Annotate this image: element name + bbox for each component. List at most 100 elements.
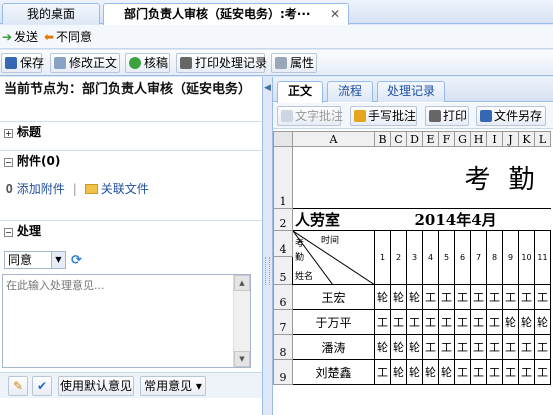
attendance-cell[interactable]: 工	[470, 334, 487, 360]
day-cell[interactable]: 8	[486, 230, 503, 285]
attendance-cell[interactable]: 轮	[374, 284, 391, 310]
attendance-cell[interactable]: 轮	[390, 284, 407, 310]
column-header[interactable]: C	[390, 131, 407, 147]
use-default-opinion-button[interactable]: 使用默认意见	[58, 376, 134, 396]
day-cell[interactable]: 2	[390, 230, 407, 285]
attendance-cell[interactable]: 轮	[534, 309, 551, 335]
row-header[interactable]: 7	[273, 309, 293, 335]
attendance-cell[interactable]: 轮	[390, 359, 407, 385]
column-header[interactable]: B	[374, 131, 391, 147]
day-cell[interactable]: 1	[374, 230, 391, 285]
diagonal-header-cell[interactable]: 时间 考 勤 姓名	[292, 230, 375, 285]
decision-select[interactable]: 同意 ▼	[4, 251, 66, 269]
attendance-cell[interactable]: 工	[486, 334, 503, 360]
edit-body-button[interactable]: 修改正文	[50, 53, 120, 73]
attendance-cell[interactable]: 工	[502, 334, 519, 360]
attendance-cell[interactable]: 工	[518, 284, 535, 310]
attendance-cell[interactable]: 工	[534, 359, 551, 385]
collapse-icon[interactable]: −	[4, 158, 13, 167]
row-header[interactable]: 2	[273, 208, 293, 231]
panel-splitter[interactable]: ◀	[263, 77, 272, 415]
collapse-arrow-icon[interactable]: ◀	[264, 83, 271, 93]
column-header[interactable]: D	[406, 131, 423, 147]
attendance-cell[interactable]: 工	[454, 334, 471, 360]
attendance-cell[interactable]: 工	[470, 284, 487, 310]
column-header[interactable]: K	[518, 131, 535, 147]
spreadsheet-view[interactable]: A B C D E F G H I J K L 1 考 勤 2 人劳室 2014…	[273, 131, 553, 415]
attendance-cell[interactable]: 工	[454, 309, 471, 335]
column-header[interactable]: G	[454, 131, 471, 147]
attendance-cell[interactable]: 轮	[422, 359, 439, 385]
section-title-header[interactable]: + 标题	[0, 121, 262, 141]
expand-icon[interactable]: +	[4, 129, 13, 138]
employee-name-cell[interactable]: 王宏	[292, 284, 375, 310]
handwriting-button[interactable]: 手写批注	[350, 106, 417, 126]
row-header[interactable]: 9	[273, 359, 293, 385]
attendance-cell[interactable]: 工	[422, 334, 439, 360]
employee-name-cell[interactable]: 刘楚鑫	[292, 359, 375, 385]
attendance-cell[interactable]: 工	[470, 359, 487, 385]
tab-flow[interactable]: 流程	[327, 81, 373, 102]
opinion-input[interactable]	[2, 274, 251, 368]
attendance-cell[interactable]: 轮	[502, 309, 519, 335]
attendance-cell[interactable]: 轮	[406, 359, 423, 385]
department-cell[interactable]: 人劳室	[292, 208, 375, 231]
attendance-cell[interactable]: 工	[406, 309, 423, 335]
text-annotation-button[interactable]: 文字批注	[277, 106, 343, 126]
month-cell[interactable]: 2014年4月	[374, 208, 551, 231]
save-button[interactable]: 保存	[1, 53, 44, 73]
sheet-title-cell[interactable]: 考	[292, 146, 503, 209]
attendance-cell[interactable]: 轮	[374, 334, 391, 360]
attendance-cell[interactable]: 工	[454, 284, 471, 310]
attendance-cell[interactable]: 工	[390, 309, 407, 335]
tab-body[interactable]: 正文	[277, 81, 323, 103]
attendance-cell[interactable]: 工	[486, 284, 503, 310]
confirm-opinion-button[interactable]: ✔	[32, 376, 52, 396]
save-as-button[interactable]: 文件另存	[476, 106, 546, 126]
day-cell[interactable]: 6	[454, 230, 471, 285]
day-cell[interactable]: 5	[438, 230, 455, 285]
edit-opinion-button[interactable]: ✎	[8, 376, 28, 396]
attendance-cell[interactable]: 工	[454, 359, 471, 385]
attendance-cell[interactable]: 工	[534, 284, 551, 310]
refresh-icon[interactable]: ⟳	[71, 253, 82, 268]
column-header[interactable]: L	[534, 131, 551, 147]
column-header[interactable]: I	[486, 131, 503, 147]
day-cell[interactable]: 3	[406, 230, 423, 285]
attendance-cell[interactable]: 工	[438, 334, 455, 360]
chevron-down-icon[interactable]: ▼	[51, 252, 65, 268]
attendance-cell[interactable]: 轮	[518, 309, 535, 335]
attendance-cell[interactable]: 工	[438, 284, 455, 310]
properties-button[interactable]: 属性	[271, 53, 317, 73]
attendance-cell[interactable]: 工	[486, 359, 503, 385]
column-header[interactable]: E	[422, 131, 439, 147]
column-header[interactable]: A	[292, 131, 375, 147]
attendance-cell[interactable]: 工	[422, 309, 439, 335]
row-header[interactable]: 8	[273, 334, 293, 360]
day-cell[interactable]: 11	[534, 230, 551, 285]
employee-name-cell[interactable]: 于万平	[292, 309, 375, 335]
row-header[interactable]: 6	[273, 284, 293, 310]
attendance-cell[interactable]: 工	[374, 359, 391, 385]
attendance-cell[interactable]: 工	[518, 359, 535, 385]
row-header[interactable]: 4	[273, 230, 293, 257]
attendance-cell[interactable]: 工	[470, 309, 487, 335]
collapse-icon[interactable]: −	[4, 228, 13, 237]
section-attachment-header[interactable]: − 附件(0)	[0, 150, 262, 170]
attendance-cell[interactable]: 工	[486, 309, 503, 335]
section-process-header[interactable]: − 处理	[0, 220, 262, 240]
attendance-cell[interactable]: 工	[502, 284, 519, 310]
attendance-cell[interactable]: 轮	[438, 359, 455, 385]
tab-process-record[interactable]: 处理记录	[377, 81, 445, 102]
attendance-cell[interactable]: 轮	[406, 334, 423, 360]
attendance-cell[interactable]: 工	[438, 309, 455, 335]
tab-my-desktop[interactable]: 我的桌面	[2, 3, 100, 24]
common-opinion-button[interactable]: 常用意见 ▾	[140, 376, 206, 396]
send-button[interactable]: ➔ 发送	[2, 28, 38, 46]
add-attachment-link[interactable]: 添加附件	[17, 182, 65, 196]
disagree-button[interactable]: ⬅ 不同意	[44, 28, 92, 46]
scroll-down-icon[interactable]: ▼	[234, 351, 250, 367]
attendance-cell[interactable]: 轮	[390, 334, 407, 360]
row-header[interactable]: 5	[273, 256, 293, 285]
attendance-cell[interactable]: 工	[534, 334, 551, 360]
